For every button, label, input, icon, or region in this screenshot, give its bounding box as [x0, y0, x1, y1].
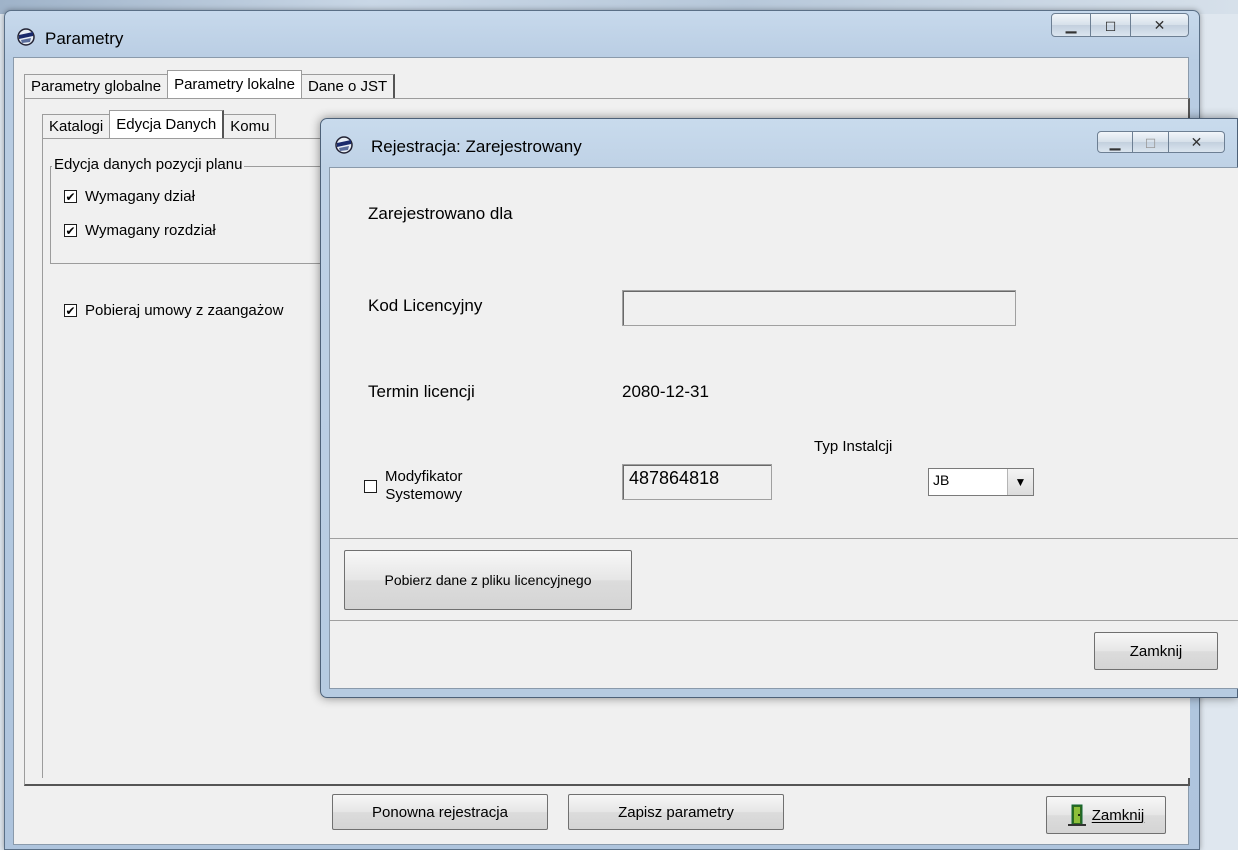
checkbox-box[interactable]: ✔ [64, 190, 77, 203]
minimize-icon: ▁ [1109, 133, 1121, 150]
checkbox-label: Wymagany rozdział [85, 222, 216, 239]
title-bar[interactable]: Parametry ▁ ◻ ✕ [5, 11, 1199, 57]
separator-2 [330, 620, 1238, 621]
tab-komunikaty[interactable]: Komu [223, 114, 277, 138]
caption-buttons: ▁ ◻ ✕ [1051, 13, 1189, 37]
maximize-icon: ◻ [1144, 133, 1157, 150]
registered-for-label: Zarejestrowano dla [368, 204, 513, 223]
system-modifier-label: Modyfikator Systemowy [385, 468, 463, 504]
modifier-label-line1: Modyfikator [385, 468, 463, 485]
window-title: Parametry [45, 29, 124, 48]
checkbox-box[interactable]: ✔ [64, 304, 77, 317]
load-license-file-button[interactable]: Pobierz dane z pliku licencyjnego [344, 550, 632, 610]
checkbox-box[interactable] [364, 479, 377, 493]
checkbox-wymagany-rozdzial[interactable]: ✔ Wymagany rozdział [64, 222, 216, 239]
exit-door-icon [1067, 804, 1086, 826]
dialog-close-action-button[interactable]: Zamknij [1094, 632, 1218, 670]
maximize-icon: ◻ [1104, 16, 1117, 33]
group-title: Edycja danych pozycji planu [52, 156, 245, 173]
checkbox-label: Pobieraj umowy z zaangażow [85, 302, 284, 319]
close-label: Zamknij [1091, 806, 1145, 824]
dialog-caption-buttons: ▁ ◻ ✕ [1097, 131, 1225, 153]
dialog-title: Rejestracja: Zarejestrowany [371, 137, 582, 156]
save-parameters-button[interactable]: Zapisz parametry [568, 794, 784, 830]
minimize-icon: ▁ [1065, 16, 1077, 33]
license-term-label: Termin licencji [368, 382, 475, 401]
close-button[interactable]: ✕ [1131, 13, 1189, 37]
top-tab-strip: Parametry globalne Parametry lokalne Dan… [24, 70, 396, 98]
close-icon: ✕ [1190, 133, 1203, 150]
system-modifier-checkbox[interactable]: Modyfikator Systemowy [364, 468, 463, 504]
tab-dane-o-jst[interactable]: Dane o JST [300, 74, 396, 98]
tab-edycja-danych[interactable]: Edycja Danych [109, 110, 225, 138]
install-type-value: JB [933, 472, 950, 488]
close-window-button[interactable]: Zamknij [1046, 796, 1166, 834]
chevron-down-icon[interactable]: ▼ [1007, 469, 1033, 495]
reregister-button[interactable]: Ponowna rejestracja [332, 794, 548, 830]
sub-tab-strip: Katalogi Edycja Danych Komu [42, 110, 277, 138]
dialog-close-button[interactable]: ✕ [1169, 131, 1225, 153]
license-code-label: Kod Licencyjny [368, 296, 483, 315]
registration-dialog: Rejestracja: Zarejestrowany ▁ ◻ ✕ Zareje… [320, 118, 1238, 698]
app-icon [17, 28, 35, 46]
modifier-label-line2: Systemowy [385, 486, 463, 503]
minimize-button[interactable]: ▁ [1051, 13, 1091, 37]
dialog-app-icon [335, 136, 353, 154]
checkbox-wymagany-dzial[interactable]: ✔ Wymagany dział [64, 188, 195, 205]
tab-parametry-globalne[interactable]: Parametry globalne [24, 74, 169, 98]
system-modifier-field[interactable]: 487864818 [622, 464, 772, 500]
license-code-field[interactable] [622, 290, 1016, 326]
dialog-maximize-button[interactable]: ◻ [1133, 131, 1169, 153]
edit-group-box [50, 166, 350, 264]
separator-1 [330, 538, 1238, 539]
checkbox-pobieraj-umowy[interactable]: ✔ Pobieraj umowy z zaangażow [64, 302, 283, 319]
install-type-select[interactable]: JB ▼ [928, 468, 1034, 496]
tab-parametry-lokalne[interactable]: Parametry lokalne [167, 70, 302, 98]
close-icon: ✕ [1153, 16, 1166, 33]
license-term-value: 2080-12-31 [622, 382, 709, 401]
dialog-client-area: Zarejestrowano dla Kod Licencyjny Termin… [329, 167, 1238, 689]
maximize-button[interactable]: ◻ [1091, 13, 1131, 37]
checkbox-label: Wymagany dział [85, 188, 195, 205]
install-type-label: Typ Instalcji [814, 438, 893, 455]
dialog-minimize-button[interactable]: ▁ [1097, 131, 1133, 153]
checkbox-box[interactable]: ✔ [64, 224, 77, 237]
tab-katalogi[interactable]: Katalogi [42, 114, 111, 138]
